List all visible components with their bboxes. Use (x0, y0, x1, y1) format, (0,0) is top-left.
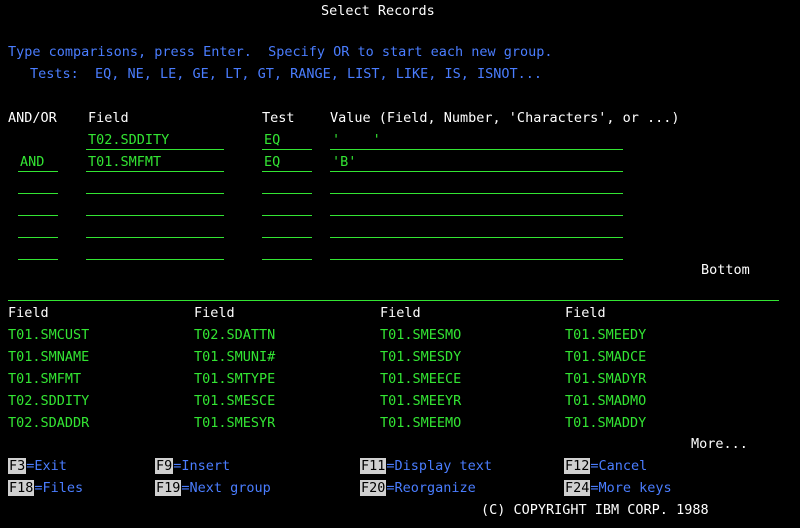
field-input[interactable] (86, 218, 224, 238)
field-input[interactable]: T01.SMFMT (86, 152, 224, 172)
test-header: Test (262, 110, 295, 126)
value-input[interactable] (330, 174, 623, 194)
field-list-header: Field (194, 305, 235, 321)
field-list-item: T01.SMEEMO (380, 415, 462, 431)
more-indicator: More... (691, 436, 748, 452)
field-list-item: T01.SMESYR (194, 415, 276, 431)
andor-input[interactable] (18, 174, 58, 194)
f12-key-label: F12 (564, 458, 591, 474)
andor-header: AND/OR (8, 110, 57, 126)
field-header: Field (88, 110, 129, 126)
field-list-item: T01.SMESMO (380, 327, 462, 343)
f20-reorganize-key[interactable]: F20=Reorganize (360, 477, 476, 499)
f12-cancel-key[interactable]: F12=Cancel (564, 455, 647, 477)
field-list-item: T01.SMEEYR (380, 393, 462, 409)
field-list-item: T01.SMUNI# (194, 349, 276, 365)
field-list-header: Field (8, 305, 49, 321)
andor-input[interactable]: AND (18, 152, 58, 172)
copyright-text: (C) COPYRIGHT IBM CORP. 1988 (481, 502, 709, 518)
f24-key-text: =More keys (590, 480, 672, 496)
field-list-item: T01.SMADDY (565, 415, 647, 431)
andor-input[interactable] (18, 240, 58, 260)
value-input[interactable] (330, 196, 623, 216)
f20-key-text: =Reorganize (386, 480, 476, 496)
f24-key-label: F24 (564, 480, 591, 496)
field-list-item: T01.SMCUST (8, 327, 90, 343)
field-input[interactable] (86, 174, 224, 194)
field-list-item: T01.SMESDY (380, 349, 462, 365)
f3-exit-key[interactable]: F3=Exit (8, 455, 67, 477)
f20-key-label: F20 (360, 480, 387, 496)
test-input[interactable] (262, 174, 312, 194)
tests-help-text: Tests: EQ, NE, LE, GE, LT, GT, RANGE, LI… (30, 66, 543, 82)
f9-key-label: F9 (155, 458, 174, 474)
f19-next-group-key[interactable]: F19=Next group (155, 477, 271, 499)
value-header: Value (Field, Number, 'Characters', or .… (330, 110, 680, 126)
f3-key-text: =Exit (26, 458, 67, 474)
andor-input[interactable] (18, 196, 58, 216)
field-input[interactable] (86, 196, 224, 216)
test-input[interactable] (262, 240, 312, 260)
f12-key-text: =Cancel (590, 458, 648, 474)
field-list-item: T01.SMNAME (8, 349, 90, 365)
screen-title: Select Records (321, 3, 435, 19)
f19-key-text: =Next group (181, 480, 271, 496)
field-list-header: Field (565, 305, 606, 321)
field-input[interactable] (86, 240, 224, 260)
field-list-item: T01.SMADYR (565, 371, 647, 387)
f24-more-keys-key[interactable]: F24=More keys (564, 477, 672, 499)
field-list-item: T01.SMTYPE (194, 371, 276, 387)
value-input[interactable]: ' ' (330, 130, 623, 150)
value-input[interactable]: 'B' (330, 152, 623, 172)
bottom-indicator: Bottom (701, 262, 750, 278)
field-list-item: T01.SMFMT (8, 371, 82, 387)
f9-key-text: =Insert (173, 458, 231, 474)
andor-input[interactable] (18, 218, 58, 238)
field-list-item: T02.SDATTN (194, 327, 276, 343)
f18-key-text: =Files (34, 480, 84, 496)
value-input[interactable] (330, 218, 623, 238)
f3-key-label: F3 (8, 458, 27, 474)
f9-insert-key[interactable]: F9=Insert (155, 455, 230, 477)
field-input[interactable]: T02.SDDITY (86, 130, 224, 150)
field-list-item: T01.SMADMO (565, 393, 647, 409)
field-list-item: T01.SMEECE (380, 371, 462, 387)
f18-files-key[interactable]: F18=Files (8, 477, 83, 499)
field-list-item: T02.SDDITY (8, 393, 90, 409)
f11-display-text-key[interactable]: F11=Display text (360, 455, 492, 477)
f11-key-text: =Display text (386, 458, 493, 474)
f11-key-label: F11 (360, 458, 387, 474)
field-list-header: Field (380, 305, 421, 321)
test-input[interactable]: EQ (262, 152, 312, 172)
test-input[interactable] (262, 196, 312, 216)
value-input[interactable] (330, 240, 623, 260)
field-list-item: T01.SMEEDY (565, 327, 647, 343)
test-input[interactable] (262, 218, 312, 238)
test-input[interactable]: EQ (262, 130, 312, 150)
field-list-item: T01.SMADCE (565, 349, 647, 365)
field-list-item: T01.SMESCE (194, 393, 276, 409)
f18-key-label: F18 (8, 480, 35, 496)
field-list-item: T02.SDADDR (8, 415, 90, 431)
f19-key-label: F19 (155, 480, 182, 496)
instructions-text: Type comparisons, press Enter. Specify O… (8, 44, 553, 60)
section-divider (8, 300, 779, 301)
